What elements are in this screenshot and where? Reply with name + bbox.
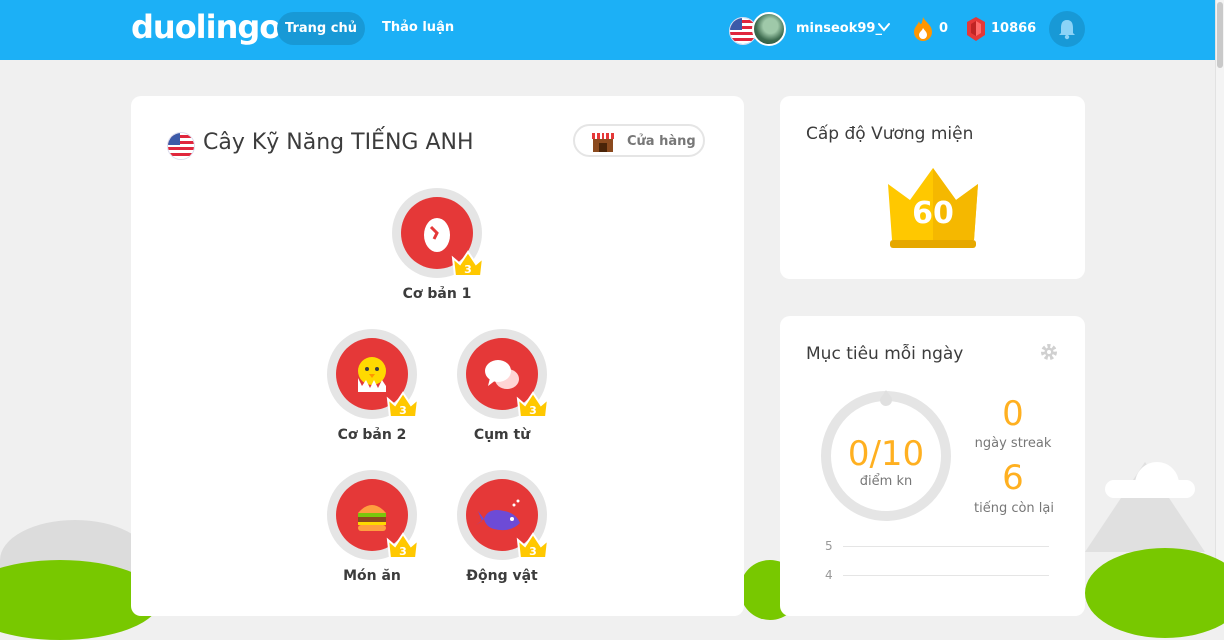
skill-tree-panel: Cây Kỹ Năng TIẾNG ANH Cửa hàng 3 Cơ bản … — [131, 96, 744, 616]
skill-basics-2[interactable]: 3 — [327, 329, 420, 419]
svg-text:3: 3 — [529, 545, 537, 558]
words-left-label: tiếng còn lại — [974, 501, 1054, 516]
svg-text:3: 3 — [464, 263, 472, 276]
crown-icon: 3 — [451, 250, 485, 277]
skill-food[interactable]: 3 — [327, 470, 420, 560]
scrollbar[interactable] — [1215, 0, 1224, 593]
gear-icon[interactable] — [1039, 342, 1059, 362]
xp-unit-label: điểm kn — [859, 474, 913, 489]
crown-level-title: Cấp độ Vương miện — [806, 124, 974, 144]
skill-basics-1[interactable]: 3 — [392, 188, 485, 278]
skill-tree-title: Cây Kỹ Năng TIẾNG ANH — [203, 130, 474, 155]
shop-button[interactable]: Cửa hàng — [573, 124, 705, 157]
background-hill — [1085, 548, 1224, 638]
chart-tick-label: 4 — [825, 568, 833, 582]
skill-animals[interactable]: 3 — [457, 470, 550, 560]
crown-level-value: 60 — [912, 196, 954, 231]
duolingo-logo[interactable]: duolingo — [131, 8, 281, 46]
nav-discussion-tab[interactable]: Thảo luận — [382, 20, 454, 35]
svg-text:3: 3 — [399, 545, 407, 558]
words-left-value: 6 — [1002, 458, 1024, 498]
bell-icon — [1059, 20, 1075, 40]
skill-phrases[interactable]: 3 — [457, 329, 550, 419]
svg-text:3: 3 — [399, 404, 407, 417]
chart-tick-label: 5 — [825, 539, 833, 553]
gem-icon[interactable] — [965, 16, 987, 42]
nav-home-tab[interactable]: Trang chủ — [277, 12, 365, 45]
skill-label[interactable]: Cơ bản 1 — [357, 286, 517, 302]
scrollbar-thumb[interactable] — [1217, 2, 1223, 68]
username-label[interactable]: minseok99_ — [796, 21, 882, 36]
skill-label[interactable]: Động vật — [422, 568, 582, 584]
streak-days-value: 0 — [1002, 394, 1024, 434]
shop-button-label: Cửa hàng — [627, 134, 696, 149]
fire-icon[interactable] — [912, 16, 934, 42]
user-avatar[interactable] — [752, 12, 786, 46]
background-cloud — [1105, 480, 1195, 498]
crown-icon: 3 — [516, 391, 550, 418]
chart-gridline — [843, 575, 1049, 576]
crown-icon: 3 — [386, 532, 420, 559]
chart-gridline — [843, 546, 1049, 547]
gem-count: 10866 — [991, 21, 1037, 36]
shop-icon — [592, 133, 614, 152]
us-flag-icon — [167, 132, 195, 160]
crown-icon: 3 — [516, 532, 550, 559]
streak-count: 0 — [939, 21, 949, 36]
skill-label[interactable]: Cụm từ — [422, 427, 582, 443]
crown-level-panel: Cấp độ Vương miện 60 — [780, 96, 1085, 279]
notifications-button[interactable] — [1049, 11, 1085, 47]
chevron-down-icon[interactable] — [877, 20, 891, 34]
daily-goal-title: Mục tiêu mỗi ngày — [806, 344, 964, 364]
streak-days-label: ngày streak — [974, 436, 1052, 451]
daily-goal-panel: Mục tiêu mỗi ngày 0/10 điểm kn 0 ngày st… — [780, 316, 1085, 616]
top-navigation-bar: duolingo Trang chủ Thảo luận minseok99_ … — [0, 0, 1216, 60]
xp-progress-value: 0/10 — [847, 434, 925, 474]
crown-icon: 3 — [386, 391, 420, 418]
svg-text:3: 3 — [529, 404, 537, 417]
